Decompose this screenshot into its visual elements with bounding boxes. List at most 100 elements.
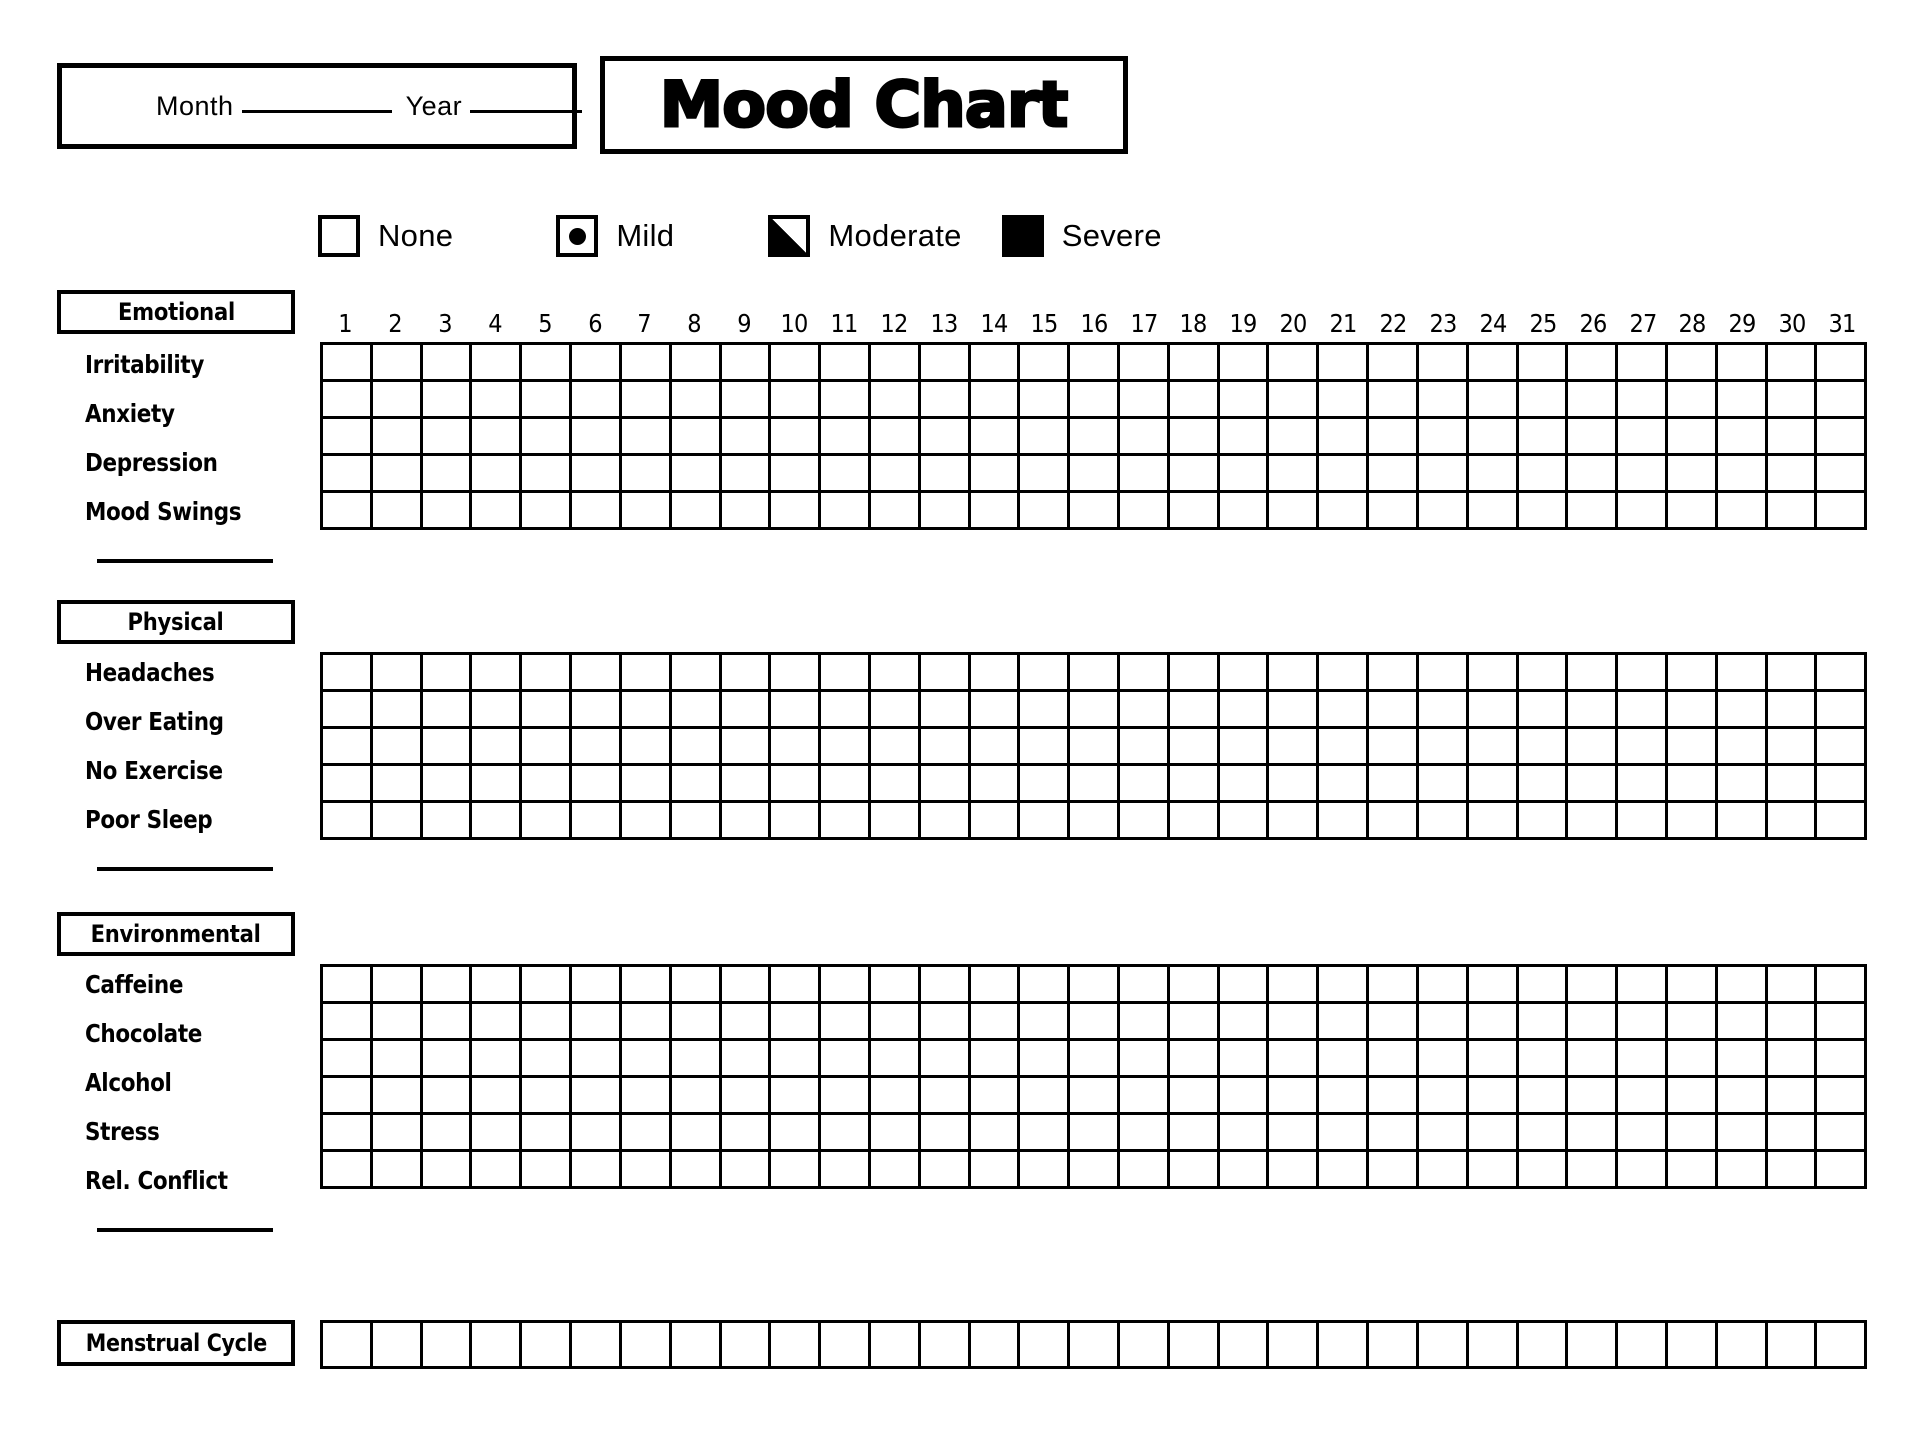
grid-cell[interactable]: [422, 1152, 473, 1189]
grid-cell[interactable]: [1468, 967, 1519, 1004]
grid-cell[interactable]: [870, 1041, 921, 1078]
grid-cell[interactable]: [1717, 1115, 1768, 1152]
grid-cell[interactable]: [1219, 1323, 1270, 1369]
grid-cell[interactable]: [422, 1004, 473, 1041]
grid-cell[interactable]: [1020, 729, 1071, 766]
grid-cell[interactable]: [472, 1152, 523, 1189]
grid-cell[interactable]: [422, 345, 473, 382]
grid-cell[interactable]: [821, 692, 871, 729]
grid-cell[interactable]: [1020, 1004, 1071, 1041]
grid-cell[interactable]: [1767, 1152, 1818, 1189]
grid-cell[interactable]: [1568, 493, 1619, 530]
grid-cell[interactable]: [771, 493, 822, 530]
grid-cell[interactable]: [522, 766, 573, 803]
grid-cell[interactable]: [970, 1152, 1021, 1189]
grid-cell[interactable]: [422, 493, 473, 530]
grid-cell[interactable]: [1418, 1115, 1469, 1152]
grid-cell[interactable]: [1568, 1323, 1619, 1369]
grid-cell[interactable]: [920, 382, 971, 419]
grid-cell[interactable]: [671, 655, 722, 692]
grid-cell[interactable]: [1568, 456, 1619, 493]
grid-cell[interactable]: [1767, 766, 1818, 803]
grid-cell[interactable]: [920, 493, 971, 530]
grid-cell[interactable]: [920, 729, 971, 766]
grid-cell[interactable]: [572, 1115, 622, 1152]
grid-cell[interactable]: [821, 493, 871, 530]
grid-cell[interactable]: [1120, 345, 1170, 382]
grid-cell[interactable]: [1418, 1323, 1469, 1369]
grid-cell[interactable]: [323, 967, 373, 1004]
grid-cell[interactable]: [1319, 803, 1370, 840]
grid-cell[interactable]: [1319, 729, 1370, 766]
grid-cell[interactable]: [1120, 967, 1170, 1004]
month-year-box[interactable]: Month Year: [57, 63, 583, 149]
grid-cell[interactable]: [1767, 1004, 1818, 1041]
grid-cell[interactable]: [472, 493, 523, 530]
grid-cell[interactable]: [323, 766, 373, 803]
grid-cell[interactable]: [771, 345, 822, 382]
grid-cell[interactable]: [1120, 729, 1170, 766]
grid-cell[interactable]: [1269, 1004, 1320, 1041]
grid-cell[interactable]: [572, 729, 622, 766]
grid-cell[interactable]: [870, 967, 921, 1004]
grid-cell[interactable]: [572, 493, 622, 530]
grid-cell[interactable]: [372, 382, 423, 419]
grid-cell[interactable]: [870, 803, 921, 840]
grid-cell[interactable]: [372, 419, 423, 456]
grid-cell[interactable]: [1468, 382, 1519, 419]
grid-cell[interactable]: [621, 1323, 672, 1369]
grid-cell[interactable]: [472, 1004, 523, 1041]
grid-cell[interactable]: [372, 803, 423, 840]
grid-cell[interactable]: [721, 419, 772, 456]
grid-cell[interactable]: [323, 493, 373, 530]
grid-cell[interactable]: [771, 1004, 822, 1041]
grid-cell[interactable]: [572, 1323, 622, 1369]
grid-cell[interactable]: [323, 1004, 373, 1041]
grid-cell[interactable]: [1568, 419, 1619, 456]
grid-cell[interactable]: [1418, 729, 1469, 766]
grid-cell[interactable]: [1418, 1152, 1469, 1189]
grid-cell[interactable]: [970, 1323, 1021, 1369]
grid-cell[interactable]: [1169, 692, 1220, 729]
grid-cell[interactable]: [422, 655, 473, 692]
grid-cell[interactable]: [1269, 456, 1320, 493]
grid-cell[interactable]: [671, 382, 722, 419]
grid-cell[interactable]: [1568, 967, 1619, 1004]
grid-cell[interactable]: [721, 655, 772, 692]
grid-cell[interactable]: [1070, 382, 1120, 419]
grid-cell[interactable]: [771, 655, 822, 692]
grid-cell[interactable]: [1518, 1323, 1569, 1369]
grid-cell[interactable]: [1767, 493, 1818, 530]
grid-cell[interactable]: [970, 493, 1021, 530]
grid-cell[interactable]: [1518, 655, 1569, 692]
grid-cell[interactable]: [372, 1323, 423, 1369]
grid-cell[interactable]: [472, 1041, 523, 1078]
grid-cell[interactable]: [472, 345, 523, 382]
grid-cell[interactable]: [1568, 1115, 1619, 1152]
grid-cell[interactable]: [621, 1152, 672, 1189]
grid-cell[interactable]: [1717, 766, 1768, 803]
grid-cell[interactable]: [1369, 382, 1419, 419]
grid-cell[interactable]: [1717, 967, 1768, 1004]
grid-cell[interactable]: [472, 967, 523, 1004]
grid-cell[interactable]: [1169, 1078, 1220, 1115]
grid-cell[interactable]: [1767, 382, 1818, 419]
grid-cell[interactable]: [1468, 803, 1519, 840]
grid-cell[interactable]: [472, 419, 523, 456]
grid-cell[interactable]: [472, 803, 523, 840]
grid-cell[interactable]: [1169, 803, 1220, 840]
grid-cell[interactable]: [1269, 345, 1320, 382]
grid-physical[interactable]: [320, 652, 1868, 840]
grid-cell[interactable]: [1618, 1115, 1668, 1152]
grid-cell[interactable]: [671, 1115, 722, 1152]
grid-cell[interactable]: [721, 456, 772, 493]
grid-cell[interactable]: [1319, 382, 1370, 419]
grid-cell[interactable]: [1767, 456, 1818, 493]
grid-cell[interactable]: [1568, 655, 1619, 692]
grid-cell[interactable]: [422, 692, 473, 729]
grid-cell[interactable]: [621, 345, 672, 382]
grid-cell[interactable]: [1369, 766, 1419, 803]
grid-cell[interactable]: [970, 803, 1021, 840]
grid-cell[interactable]: [522, 1004, 573, 1041]
grid-cell[interactable]: [771, 456, 822, 493]
